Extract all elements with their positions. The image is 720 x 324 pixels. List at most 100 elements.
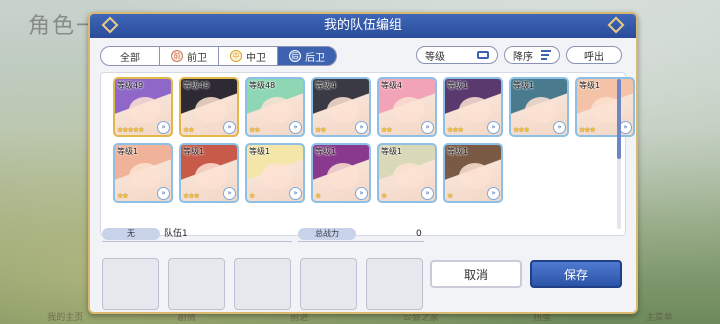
- star-rating-icon: ★★: [117, 192, 129, 200]
- character-portrait: [393, 97, 425, 123]
- character-card[interactable]: 等级1 ★ »: [377, 143, 437, 203]
- team-slot-1[interactable]: [102, 258, 159, 310]
- rank-arrow-icon: »: [421, 187, 434, 200]
- character-portrait: [261, 97, 293, 123]
- rank-arrow-icon: »: [157, 121, 170, 134]
- back-position-icon: 后: [289, 50, 301, 62]
- star-rating-icon: ★★★★★: [117, 126, 144, 134]
- character-portrait: [459, 163, 491, 189]
- character-portrait: [261, 163, 293, 189]
- character-card[interactable]: 等级1 ★ »: [443, 143, 503, 203]
- team-slot-2[interactable]: [168, 258, 225, 310]
- character-card[interactable]: 等级4 ★★ »: [311, 77, 371, 137]
- team-slot-3[interactable]: [234, 258, 291, 310]
- character-level: 等级1: [513, 81, 535, 90]
- star-rating-icon: ★: [315, 192, 321, 200]
- character-card[interactable]: 等级1 ★ »: [311, 143, 371, 203]
- scrollbar[interactable]: [617, 79, 621, 229]
- rank-arrow-icon: »: [157, 187, 170, 200]
- star-rating-icon: ★★: [183, 126, 195, 134]
- character-level: 等级1: [381, 147, 403, 156]
- character-portrait: [393, 163, 425, 189]
- tab-front[interactable]: 前 前卫: [159, 46, 219, 66]
- star-rating-icon: ★★★: [579, 126, 596, 134]
- total-power-value: 0: [416, 229, 422, 239]
- divider: [102, 241, 292, 242]
- character-portrait: [195, 163, 227, 189]
- star-rating-icon: ★★: [381, 126, 393, 134]
- character-card[interactable]: 等级1 ★★★ »: [179, 143, 239, 203]
- character-level: 等级1: [249, 147, 271, 156]
- character-portrait: [459, 97, 491, 123]
- sort-field-button[interactable]: 等级: [416, 46, 498, 64]
- nav-item: 我的主页: [47, 313, 84, 323]
- team-slot-4[interactable]: [300, 258, 357, 310]
- star-rating-icon: ★: [381, 192, 387, 200]
- character-level: 等级4: [315, 81, 337, 90]
- save-button[interactable]: 保存: [530, 260, 622, 288]
- character-level: 等级1: [447, 81, 469, 90]
- character-portrait: [129, 163, 161, 189]
- character-card[interactable]: 等级49 ★★ »: [179, 77, 239, 137]
- character-portrait: [129, 97, 161, 123]
- character-list-panel: 等级49 ★★★★★» 等级49 ★★» 等级48 ★★» 等级4 ★★» 等级4 ★★» 等级1 ★…: [100, 72, 635, 236]
- sort-lines-icon: [541, 50, 551, 60]
- total-power-label: 总战力: [298, 228, 356, 240]
- rank-arrow-icon: »: [553, 121, 566, 134]
- star-rating-icon: ★★★: [447, 126, 464, 134]
- character-level: 等级1: [447, 147, 469, 156]
- character-level: 等级49: [183, 81, 210, 90]
- nav-item: 主菜单: [645, 313, 673, 323]
- rank-arrow-icon: »: [487, 121, 500, 134]
- rank-arrow-icon: »: [355, 121, 368, 134]
- recall-button[interactable]: 呼出: [566, 46, 622, 64]
- character-level: 等级4: [381, 81, 403, 90]
- team-name: 队伍1: [164, 229, 188, 239]
- rank-arrow-icon: »: [487, 187, 500, 200]
- character-card[interactable]: 等级1 ★ »: [245, 143, 305, 203]
- star-rating-icon: ★★: [315, 126, 327, 134]
- star-rating-icon: ★: [447, 192, 453, 200]
- character-level: 等级1: [579, 81, 601, 90]
- team-slot-5[interactable]: [366, 258, 423, 310]
- rank-arrow-icon: »: [355, 187, 368, 200]
- sort-order-button[interactable]: 降序: [504, 46, 560, 64]
- middle-position-icon: 中: [230, 50, 242, 62]
- star-rating-icon: ★★★: [183, 192, 200, 200]
- character-level: 等级48: [249, 81, 276, 90]
- character-card[interactable]: 等级1 ★★★»: [575, 77, 635, 137]
- scroll-thumb[interactable]: [617, 79, 621, 159]
- character-level: 等级1: [183, 147, 205, 156]
- position-filter-tabs: 全部 前 前卫 中 中卫 后 后卫: [100, 46, 337, 66]
- rank-arrow-icon: »: [289, 187, 302, 200]
- rank-arrow-icon: »: [421, 121, 434, 134]
- character-level: 等级1: [117, 147, 139, 156]
- character-card[interactable]: 等级48 ★★ »: [245, 77, 305, 137]
- character-portrait: [327, 163, 359, 189]
- team-label-badge: 无: [102, 228, 160, 240]
- character-level: 等级49: [117, 81, 144, 90]
- star-rating-icon: ★: [249, 192, 255, 200]
- dialog-title: 我的队伍编组: [323, 18, 402, 33]
- character-card[interactable]: 等级1 ★★ »: [113, 143, 173, 203]
- dialog-header: 我的队伍编组: [90, 14, 636, 38]
- rank-arrow-icon: »: [223, 121, 236, 134]
- front-position-icon: 前: [171, 50, 183, 62]
- character-card[interactable]: 等级1 ★★★ »: [509, 77, 569, 137]
- tab-back[interactable]: 后 后卫: [277, 46, 337, 66]
- character-card[interactable]: 等级4 ★★ »: [377, 77, 437, 137]
- character-grid: 等级49 ★★★★★» 等级49 ★★» 等级48 ★★» 等级4 ★★» 等级4 ★★» 等级1 ★…: [113, 77, 637, 205]
- rank-arrow-icon: »: [223, 187, 236, 200]
- ornament-icon: [101, 16, 119, 34]
- character-card[interactable]: 等级1 ★★★ »: [443, 77, 503, 137]
- tab-all[interactable]: 全部: [100, 46, 160, 66]
- character-portrait: [195, 97, 227, 123]
- sort-field-icon: [477, 51, 489, 59]
- divider: [298, 241, 424, 242]
- tab-middle[interactable]: 中 中卫: [218, 46, 278, 66]
- cancel-button[interactable]: 取消: [430, 260, 522, 288]
- character-portrait: [525, 97, 557, 123]
- character-level: 等级1: [315, 147, 337, 156]
- character-card[interactable]: 等级49 ★★★★★ »: [113, 77, 173, 137]
- star-rating-icon: ★★★: [513, 126, 530, 134]
